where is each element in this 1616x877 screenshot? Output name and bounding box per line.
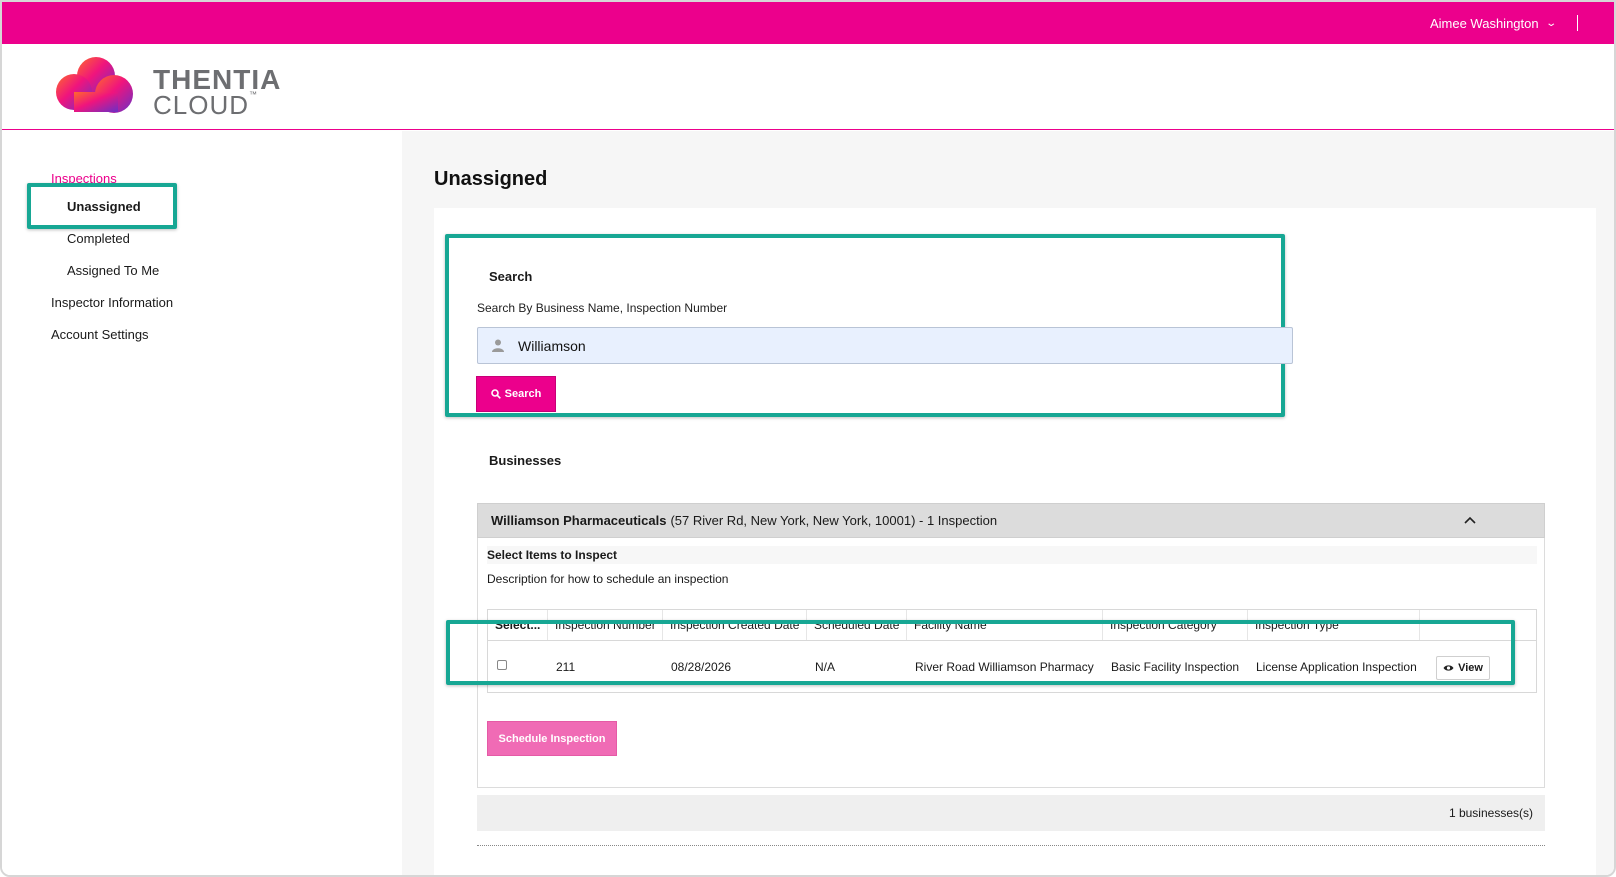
app-window: Aimee Washington ⌄ THENTIA CLOUD™ Inspec… [0, 0, 1616, 877]
top-bar: Aimee Washington ⌄ [2, 2, 1614, 44]
highlight-box-search [445, 234, 1285, 417]
search-field-label: Search By Business Name, Inspection Numb… [477, 301, 728, 315]
business-accordion-header[interactable]: Williamson Pharmaceuticals (57 River Rd,… [477, 503, 1545, 538]
sidebar-item-assigned-to-me[interactable]: Assigned To Me [67, 263, 159, 278]
sidebar-item-completed[interactable]: Completed [67, 231, 130, 246]
schedule-inspection-button[interactable]: Schedule Inspection [487, 721, 617, 756]
cloud-logo-icon [56, 57, 133, 113]
divider [1577, 15, 1578, 31]
main-content: Unassigned Search Search By Business Nam… [402, 131, 1614, 875]
businesses-title: Businesses [489, 453, 562, 468]
thentia-cloud-logo[interactable]: THENTIA CLOUD™ [56, 54, 296, 120]
page-title: Unassigned [434, 168, 548, 190]
businesses-count: 1 businesses(s) [1448, 806, 1533, 820]
search-button-label: Search [504, 388, 542, 400]
chevron-up-icon[interactable] [1464, 514, 1476, 526]
select-items-title: Select Items to Inspect [487, 546, 1537, 564]
chevron-down-icon: ⌄ [1544, 17, 1557, 29]
results-footer: 1 businesses(s) [477, 795, 1545, 831]
sidebar-item-unassigned[interactable]: Unassigned [67, 199, 141, 214]
search-input-value: Williamson [518, 337, 586, 354]
sidebar: Inspections Unassigned Completed Assigne… [2, 131, 402, 875]
header: THENTIA CLOUD™ [2, 44, 1614, 130]
highlight-box-inspection-row [446, 620, 1515, 685]
user-name: Aimee Washington [1429, 15, 1539, 31]
search-input[interactable]: Williamson [477, 327, 1293, 364]
business-details: (57 River Rd, New York, New York, 10001)… [670, 513, 998, 528]
select-items-description: Description for how to schedule an inspe… [487, 572, 729, 586]
dotted-divider [477, 845, 1545, 846]
search-button[interactable]: Search [476, 376, 556, 412]
sidebar-item-inspector-information[interactable]: Inspector Information [51, 295, 173, 310]
business-name: Williamson Pharmaceuticals [491, 513, 667, 528]
logo-text-cloud: CLOUD™ [153, 90, 259, 120]
search-section-title: Search [489, 269, 533, 284]
sidebar-item-account-settings[interactable]: Account Settings [51, 327, 149, 342]
user-menu[interactable]: Aimee Washington ⌄ [1430, 2, 1578, 44]
search-icon [490, 389, 501, 399]
person-icon [478, 339, 518, 352]
